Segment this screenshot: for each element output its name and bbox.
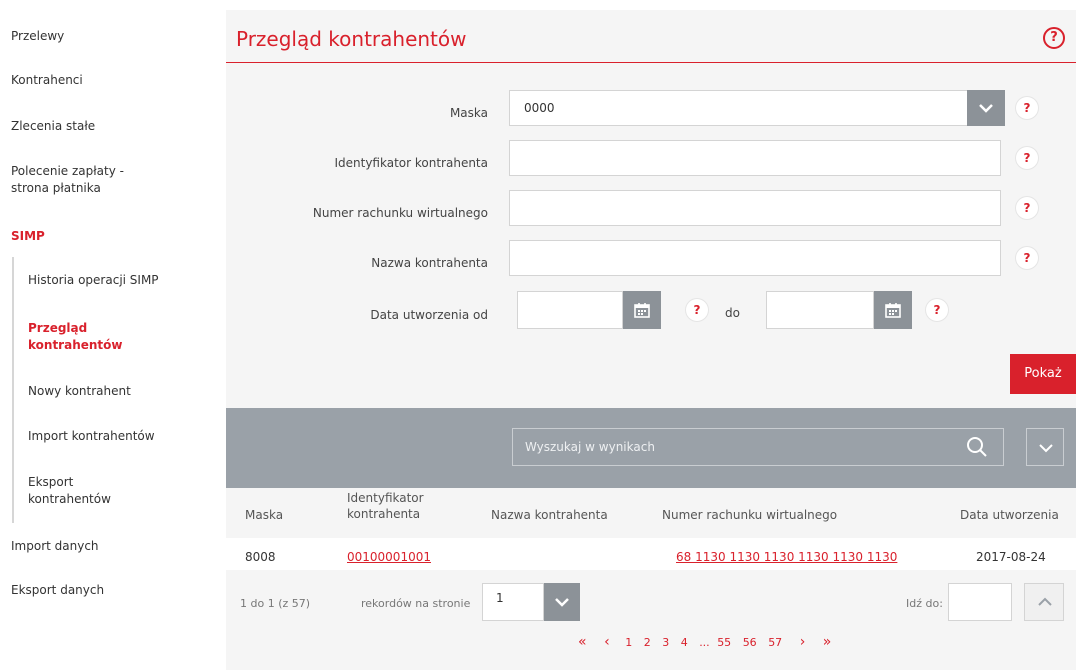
data-do-label: do [725, 306, 740, 320]
chevron-down-icon [979, 104, 993, 113]
pagination-links: « ‹ 1 2 3 4 ... 55 56 57 › » [578, 634, 839, 650]
search-icon[interactable] [966, 436, 988, 458]
cell-identyfikator-link[interactable]: 00100001001 [347, 550, 431, 564]
prev-page-link[interactable]: ‹ [604, 634, 610, 650]
maska-help-icon[interactable]: ? [1016, 97, 1038, 119]
sidebar-item-import-danych[interactable]: Import danych [11, 538, 99, 555]
sidebar-item-zlecenia-stale[interactable]: Zlecenia stałe [11, 118, 95, 135]
identyfikator-help-icon[interactable]: ? [1016, 147, 1038, 169]
identyfikator-input[interactable] [509, 140, 1001, 176]
sidebar-item-eksport-danych[interactable]: Eksport danych [11, 582, 104, 599]
pagination-range: 1 do 1 (z 57) [240, 597, 311, 610]
column-header-data[interactable]: Data utworzenia [960, 507, 1059, 523]
maska-dropdown-button[interactable] [967, 90, 1005, 126]
per-page-label: rekordów na stronie [361, 597, 471, 610]
data-od-label: Data utworzenia od [370, 308, 488, 322]
sidebar-subitem-import-kontrahentow[interactable]: Import kontrahentów [28, 428, 155, 445]
goto-page-button[interactable] [1024, 583, 1064, 621]
page-link-56[interactable]: 56 [743, 636, 757, 649]
data-do-input[interactable] [766, 291, 874, 329]
page-help-icon[interactable]: ? [1043, 27, 1065, 49]
numer-input[interactable] [509, 190, 1001, 226]
column-header-identyfikator[interactable]: Identyfikator kontrahenta [347, 490, 437, 522]
per-page-dropdown-button[interactable] [544, 583, 580, 621]
submenu-divider [12, 257, 14, 523]
cell-maska: 8008 [245, 550, 276, 564]
nazwa-label: Nazwa kontrahenta [371, 256, 488, 270]
cell-data: 2017-08-24 [976, 550, 1046, 564]
data-od-input[interactable] [517, 291, 623, 329]
title-divider [226, 62, 1076, 63]
goto-label: Idź do: [906, 597, 943, 610]
nazwa-help-icon[interactable]: ? [1016, 247, 1038, 269]
maska-select[interactable]: 0000 [509, 90, 975, 126]
sidebar: Przelewy Kontrahenci Zlecenia stałe Pole… [0, 0, 215, 670]
page-link-3[interactable]: 3 [662, 636, 669, 649]
sidebar-item-simp[interactable]: SIMP [11, 228, 45, 245]
sidebar-item-przelewy[interactable]: Przelewy [11, 28, 64, 45]
numer-help-icon[interactable]: ? [1016, 197, 1038, 219]
last-page-link[interactable]: » [823, 634, 832, 650]
results-search-input[interactable]: Wyszukaj w wynikach [512, 428, 1004, 466]
identyfikator-label: Identyfikator kontrahenta [334, 156, 488, 170]
column-header-nazwa[interactable]: Nazwa kontrahenta [491, 507, 608, 523]
sidebar-subitem-eksport-kontrahentow[interactable]: Eksport kontrahentów [28, 474, 128, 508]
sidebar-subitem-nowy-kontrahent[interactable]: Nowy kontrahent [28, 383, 131, 400]
page-link-2[interactable]: 2 [644, 636, 651, 649]
chevron-down-icon [555, 598, 569, 607]
page-link-1[interactable]: 1 [625, 636, 632, 649]
main-panel: Przegląd kontrahentów ? Maska 0000 ? Ide… [226, 10, 1076, 670]
maska-label: Maska [449, 106, 488, 120]
nazwa-input[interactable] [509, 240, 1001, 276]
page-link-57[interactable]: 57 [768, 636, 782, 649]
page-ellipsis: ... [699, 636, 710, 649]
per-page-select[interactable]: 1 [482, 583, 544, 621]
data-do-help-icon[interactable]: ? [926, 299, 948, 321]
data-od-help-icon[interactable]: ? [686, 299, 708, 321]
page-title: Przegląd kontrahentów [236, 27, 467, 51]
sidebar-subitem-historia-simp[interactable]: Historia operacji SIMP [28, 272, 159, 289]
sidebar-item-polecenie-zaplaty[interactable]: Polecenie zapłaty - strona płatnika [11, 163, 161, 197]
calendar-icon [634, 303, 650, 318]
pokaz-button[interactable]: Pokaż [1010, 354, 1076, 394]
sidebar-subitem-przeglad-kontrahentow[interactable]: Przegląd kontrahentów [28, 320, 138, 354]
column-header-numer[interactable]: Numer rachunku wirtualnego [662, 507, 837, 523]
results-toolbar: Wyszukaj w wynikach [226, 408, 1076, 488]
sidebar-item-kontrahenci[interactable]: Kontrahenci [11, 72, 83, 89]
data-od-calendar-button[interactable] [623, 291, 661, 329]
first-page-link[interactable]: « [578, 634, 587, 650]
results-options-dropdown[interactable] [1026, 428, 1064, 466]
numer-label: Numer rachunku wirtualnego [312, 206, 488, 220]
chevron-up-icon [1038, 597, 1052, 606]
page-link-4[interactable]: 4 [681, 636, 688, 649]
column-header-maska[interactable]: Maska [245, 507, 283, 523]
page-link-55[interactable]: 55 [717, 636, 731, 649]
data-do-calendar-button[interactable] [874, 291, 912, 329]
calendar-icon [885, 303, 901, 318]
goto-page-input[interactable] [948, 583, 1012, 621]
cell-numer-link[interactable]: 68 1130 1130 1130 1130 1130 1130 [676, 550, 897, 564]
next-page-link[interactable]: › [800, 634, 806, 650]
chevron-down-icon [1039, 444, 1053, 453]
